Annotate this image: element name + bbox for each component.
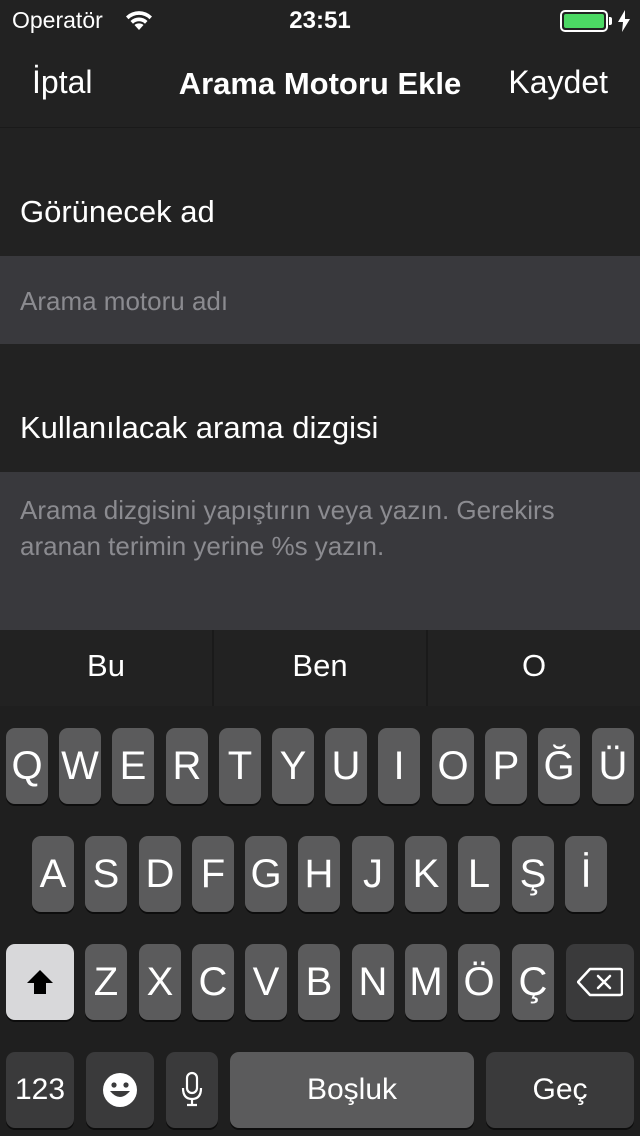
key[interactable]: D	[139, 836, 181, 912]
key[interactable]: V	[245, 944, 287, 1020]
key[interactable]: B	[298, 944, 340, 1020]
key[interactable]: Z	[85, 944, 127, 1020]
delete-key[interactable]	[566, 944, 634, 1020]
battery-icon	[560, 10, 608, 32]
key[interactable]: Ö	[458, 944, 500, 1020]
numbers-key[interactable]: 123	[6, 1052, 74, 1128]
shift-icon	[27, 970, 53, 994]
key[interactable]: Ç	[512, 944, 554, 1020]
key[interactable]: Ü	[592, 728, 634, 804]
key[interactable]: P	[485, 728, 527, 804]
key[interactable]: W	[59, 728, 101, 804]
suggestion-item[interactable]: Ben	[214, 630, 426, 706]
save-button[interactable]: Kaydet	[508, 64, 608, 101]
key[interactable]: A	[32, 836, 74, 912]
predictive-suggestions-bar: Bu Ben O	[0, 630, 640, 706]
status-bar: Operatör 23:51	[0, 0, 640, 40]
suggestion-item[interactable]: Bu	[0, 630, 212, 706]
key[interactable]: H	[298, 836, 340, 912]
keyboard: Q W E R T Y U I O P Ğ Ü A S D F G H J K …	[0, 706, 640, 1136]
key[interactable]: O	[432, 728, 474, 804]
key[interactable]: T	[219, 728, 261, 804]
key[interactable]: Q	[6, 728, 48, 804]
space-key[interactable]: Boşluk	[230, 1052, 474, 1128]
display-name-section-label: Görünecek ad	[20, 194, 215, 229]
key[interactable]: İ	[565, 836, 607, 912]
key[interactable]: G	[245, 836, 287, 912]
battery-cap	[609, 17, 612, 25]
emoji-key[interactable]	[86, 1052, 154, 1128]
backspace-icon	[577, 967, 623, 997]
key[interactable]: Ş	[512, 836, 554, 912]
key[interactable]: I	[378, 728, 420, 804]
shift-key[interactable]	[6, 944, 74, 1020]
engine-name-input[interactable]: Arama motoru adı	[0, 256, 640, 344]
key[interactable]: C	[192, 944, 234, 1020]
key[interactable]: X	[139, 944, 181, 1020]
key[interactable]: J	[352, 836, 394, 912]
microphone-icon	[181, 1071, 203, 1107]
navigation-bar: İptal Arama Motoru Ekle Kaydet	[0, 40, 640, 128]
search-string-placeholder-line1: Arama dizgisini yapıştırın veya yazın. G…	[20, 495, 555, 525]
key[interactable]: U	[325, 728, 367, 804]
return-key[interactable]: Geç	[486, 1052, 634, 1128]
key[interactable]: Ğ	[538, 728, 580, 804]
key[interactable]: K	[405, 836, 447, 912]
key[interactable]: R	[166, 728, 208, 804]
key[interactable]: Y	[272, 728, 314, 804]
emoji-icon	[103, 1073, 137, 1107]
battery-level	[564, 14, 604, 28]
search-string-section-label: Kullanılacak arama dizgisi	[20, 410, 379, 445]
suggestion-item[interactable]: O	[428, 630, 640, 706]
search-string-placeholder-line2: aranan terimin yerine %s yazın.	[20, 531, 385, 561]
charging-bolt-icon	[618, 10, 630, 32]
key[interactable]: E	[112, 728, 154, 804]
key[interactable]: F	[192, 836, 234, 912]
key[interactable]: L	[458, 836, 500, 912]
dictation-key[interactable]	[166, 1052, 218, 1128]
key[interactable]: S	[85, 836, 127, 912]
status-time: 23:51	[289, 7, 351, 34]
search-string-input[interactable]: Arama dizgisini yapıştırın veya yazın. G…	[0, 472, 640, 630]
key[interactable]: N	[352, 944, 394, 1020]
key[interactable]: M	[405, 944, 447, 1020]
engine-name-placeholder: Arama motoru adı	[20, 286, 229, 316]
